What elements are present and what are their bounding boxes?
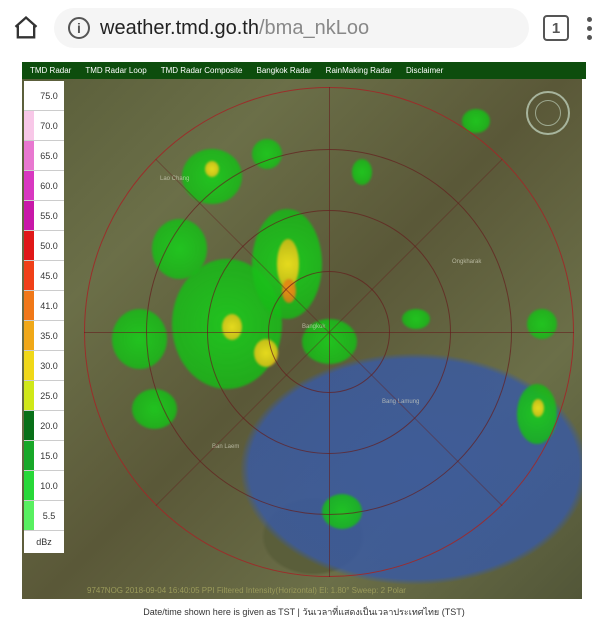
footer-note: Date/time shown here is given as TST | ว… [22, 599, 586, 625]
url-text: weather.tmd.go.th/bma_nkLoo [100, 17, 369, 40]
nav-link[interactable]: Disclaimer [406, 66, 443, 75]
radar-rings [84, 87, 574, 577]
nav-link[interactable]: TMD Radar Composite [161, 66, 243, 75]
url-bar[interactable]: i weather.tmd.go.th/bma_nkLoo [54, 8, 529, 48]
url-host: weather.tmd.go.th [100, 17, 259, 39]
browser-toolbar: i weather.tmd.go.th/bma_nkLoo 1 [0, 0, 608, 56]
overflow-menu-icon[interactable] [583, 13, 596, 44]
nav-link[interactable]: Bangkok Radar [257, 66, 312, 75]
radar-legend: 75.0 70.0 65.0 60.0 55.0 50.0 45.0 41.0 … [24, 81, 64, 553]
legend-unit: dBz [24, 531, 64, 553]
site-info-icon[interactable]: i [68, 17, 90, 39]
radar-caption: 9747NOG 2018-09-04 16:40:05 PPI Filtered… [87, 586, 406, 595]
nav-link[interactable]: RainMaking Radar [326, 66, 392, 75]
home-icon[interactable] [12, 14, 40, 42]
tmd-seal-icon [526, 91, 570, 135]
tab-count-button[interactable]: 1 [543, 15, 569, 41]
page-content: TMD Radar TMD Radar Loop TMD Radar Compo… [0, 56, 608, 625]
nav-link[interactable]: TMD Radar [30, 66, 71, 75]
nav-link[interactable]: TMD Radar Loop [85, 66, 146, 75]
radar-image: 75.0 70.0 65.0 60.0 55.0 50.0 45.0 41.0 … [22, 79, 582, 599]
url-path: /bma_nkLoo [259, 17, 369, 39]
site-nav: TMD Radar TMD Radar Loop TMD Radar Compo… [22, 62, 586, 79]
